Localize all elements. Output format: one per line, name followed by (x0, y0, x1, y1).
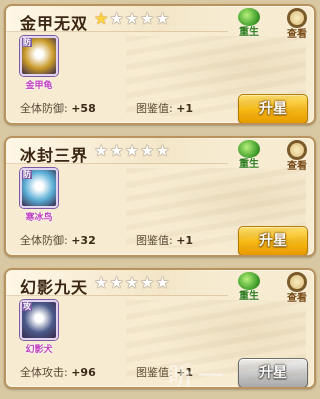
view-button[interactable]: 查看 (282, 140, 312, 172)
star-empty-icon: ★ (155, 9, 171, 28)
portrait-badge: 防 (22, 170, 32, 179)
star-empty-icon: ★ (109, 273, 125, 292)
view-label: 查看 (287, 293, 307, 304)
combo-card-1: 金甲无双 ★★★★★ 重生 查看 防 金甲龟 全体防御: +58 图鉴值: +1… (4, 4, 316, 125)
rebirth-icon (238, 140, 260, 158)
stat-value: +58 (71, 102, 96, 115)
magnifier-icon (287, 8, 307, 28)
combo-card-3: 幻影九天 ★★★★★ 重生 查看 攻 幻影犬 全体攻击: +96 图鉴值: +1… (4, 268, 316, 389)
rebirth-button[interactable]: 重生 (234, 140, 264, 172)
star-empty-icon: ★ (109, 141, 125, 160)
view-label: 查看 (287, 161, 307, 172)
star-empty-icon: ★ (94, 273, 110, 292)
star-empty-icon: ★ (140, 9, 156, 28)
pet-name: 金甲龟 (25, 81, 53, 91)
rebirth-label: 重生 (239, 159, 259, 170)
stat-collection: 图鉴值: +1 (136, 100, 193, 116)
combo-card-2: 冰封三界 ★★★★★ 重生 查看 防 寒冰鸟 全体防御: +32 图鉴值: +1… (4, 136, 316, 257)
view-button[interactable]: 查看 (282, 272, 312, 304)
stat-label: 全体攻击: (20, 366, 68, 379)
rebirth-icon (238, 8, 260, 26)
magnifier-icon (287, 272, 307, 292)
view-label: 查看 (287, 29, 307, 40)
pet-name: 幻影犬 (25, 345, 53, 355)
star-empty-icon: ★ (124, 141, 141, 160)
rebirth-icon (238, 272, 260, 290)
portrait-badge: 防 (22, 38, 32, 47)
card-title: 幻影九天 (20, 278, 89, 297)
stat-label: 全体防御: (20, 102, 68, 115)
card-title: 金甲无双 (20, 14, 89, 33)
card-title: 冰封三界 (20, 146, 89, 165)
star-empty-icon: ★ (94, 141, 110, 160)
rebirth-label: 重生 (239, 27, 259, 38)
stat-label: 全体防御: (20, 234, 68, 247)
rebirth-button[interactable]: 重生 (234, 272, 264, 304)
upgrade-star-button[interactable]: 升星 (238, 226, 308, 255)
pet-portrait[interactable]: 攻 (20, 300, 58, 340)
star-filled-icon: ★ (94, 9, 110, 28)
upgrade-star-button[interactable]: 升星 (238, 94, 308, 123)
stat-value: +32 (71, 234, 96, 247)
stat-value: +1 (176, 102, 194, 115)
star-rating: ★★★★★ (94, 10, 171, 28)
view-button[interactable]: 查看 (282, 8, 312, 40)
stat-attribute: 全体防御: +58 (20, 100, 96, 116)
upgrade-star-button[interactable]: 升星 (238, 358, 308, 387)
star-empty-icon: ★ (109, 9, 125, 28)
rebirth-label: 重生 (239, 291, 259, 302)
star-empty-icon: ★ (140, 273, 156, 292)
watermark: 听一 (168, 362, 229, 392)
stat-label: 图鉴值: (136, 234, 173, 247)
star-empty-icon: ★ (140, 141, 156, 160)
rebirth-button[interactable]: 重生 (234, 8, 264, 40)
star-empty-icon: ★ (155, 141, 171, 160)
star-empty-icon: ★ (124, 9, 141, 28)
star-empty-icon: ★ (124, 273, 141, 292)
portrait-badge: 攻 (22, 302, 32, 311)
star-rating: ★★★★★ (94, 274, 171, 292)
stat-collection: 图鉴值: +1 (136, 232, 193, 248)
stat-value: +1 (176, 234, 194, 247)
pet-portrait[interactable]: 防 (20, 36, 58, 76)
pet-portrait[interactable]: 防 (20, 168, 58, 208)
star-rating: ★★★★★ (94, 142, 171, 160)
star-empty-icon: ★ (155, 273, 171, 292)
stat-attribute: 全体攻击: +96 (20, 364, 96, 380)
stat-attribute: 全体防御: +32 (20, 232, 96, 248)
stat-label: 图鉴值: (136, 102, 173, 115)
stat-value: +96 (71, 366, 96, 379)
pet-name: 寒冰鸟 (25, 213, 53, 223)
magnifier-icon (287, 140, 307, 160)
